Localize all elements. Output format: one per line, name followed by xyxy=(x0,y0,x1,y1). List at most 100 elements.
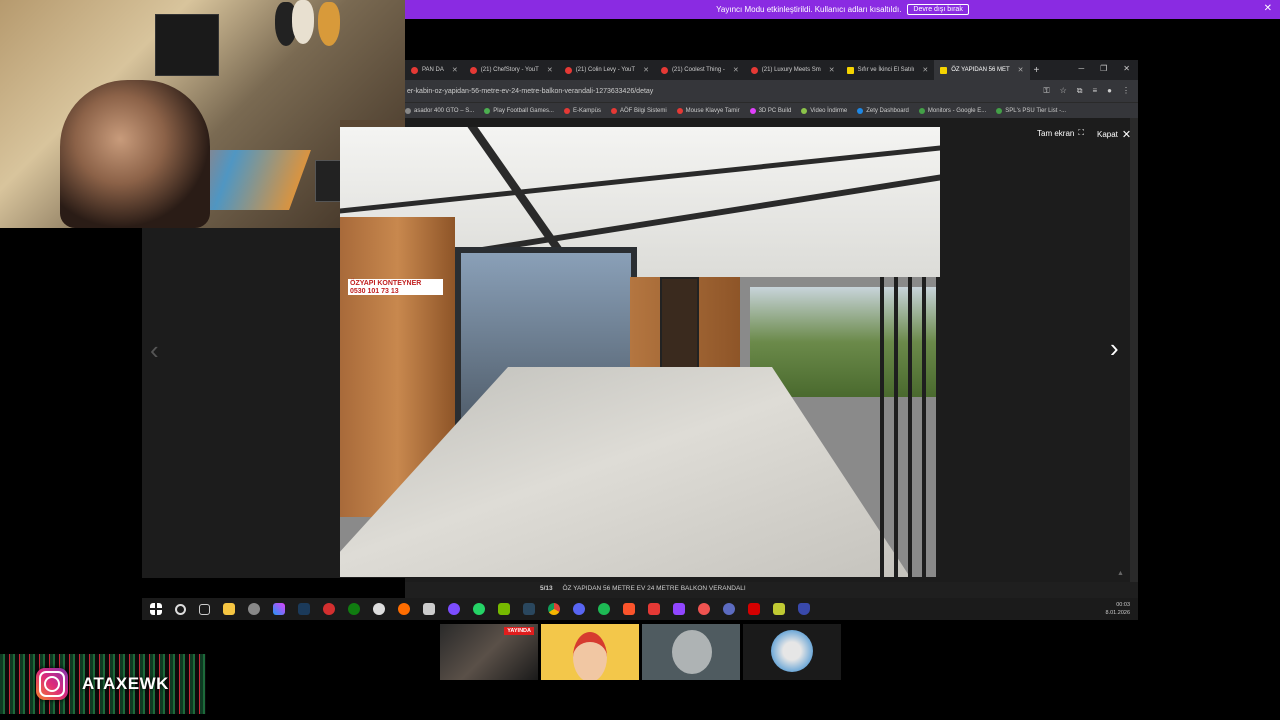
sahibinden-icon xyxy=(846,66,854,74)
previous-image-arrow[interactable]: ‹ xyxy=(150,335,159,366)
toolbar-icons: ⚿ ☆ ⧉ ≡ ● ⋮ xyxy=(1044,86,1131,96)
twitch-icon[interactable] xyxy=(673,603,685,615)
windows-start-icon[interactable] xyxy=(150,603,162,615)
bookmark-item[interactable]: 3D PC Build xyxy=(749,108,792,114)
tab-close-icon[interactable]: ✕ xyxy=(829,66,835,74)
tab-close-icon[interactable]: ✕ xyxy=(1018,66,1024,74)
tab-close-icon[interactable]: ✕ xyxy=(922,66,928,74)
bookmark-label: E-Kampüs xyxy=(572,108,601,114)
media-icon[interactable]: ≡ xyxy=(1092,86,1097,96)
app-blue-icon[interactable] xyxy=(723,603,735,615)
tab-close-icon[interactable]: ✕ xyxy=(643,66,649,74)
bookmark-item[interactable]: Video İndirme xyxy=(801,108,847,114)
disable-streamer-mode-button[interactable]: Devre dışı bırak xyxy=(907,4,969,15)
new-tab-button[interactable]: + xyxy=(1034,65,1040,76)
tab-strip: PAN DA ✕ (21) ChefStory - YouT ✕ (21) Coli… xyxy=(405,60,1138,80)
bookmark-favicon-icon xyxy=(676,108,683,114)
bookmark-item[interactable]: Mouse Klavye Tamir xyxy=(676,108,740,114)
steam-2-icon[interactable] xyxy=(523,603,535,615)
caption-text: ÖZ YAPIDAN 56 METRE EV 24 METRE BALKON V… xyxy=(562,585,746,592)
bookmark-item[interactable]: AÖF Bilgi Sistemi xyxy=(610,108,667,114)
bookmark-label: Mouse Klavye Tamir xyxy=(685,108,740,114)
youtube-icon xyxy=(660,66,668,74)
fullscreen-button[interactable]: Tam ekran ⛶ xyxy=(1037,128,1084,138)
bookmark-item[interactable]: asador 400 GTO – S... xyxy=(405,108,474,114)
bookmark-favicon-icon xyxy=(801,108,808,114)
steam-icon[interactable] xyxy=(298,603,310,615)
youtube-icon xyxy=(564,66,572,74)
tab-2[interactable]: (21) ChefStory - YouT ✕ xyxy=(464,60,559,80)
clock-time: 00:03 xyxy=(1116,602,1130,608)
tab-6[interactable]: Sıfır ve İkinci El Satılı ✕ xyxy=(841,60,935,80)
search-icon[interactable] xyxy=(175,603,186,615)
youtube-app-icon[interactable] xyxy=(648,603,660,615)
system-clock[interactable]: 00:03 8.01.2026 xyxy=(1106,601,1130,617)
key-icon[interactable]: ⚿ xyxy=(1044,86,1050,96)
app-yellow-icon[interactable] xyxy=(773,603,785,615)
bookmark-favicon-icon xyxy=(484,108,491,114)
tab-close-icon[interactable]: ✕ xyxy=(452,66,458,74)
nvidia-icon[interactable] xyxy=(498,603,510,615)
app-purple-icon[interactable] xyxy=(448,603,460,615)
avatar-thumbnail xyxy=(743,624,841,680)
tab-close-icon[interactable]: ✕ xyxy=(547,66,553,74)
xbox-icon[interactable] xyxy=(348,603,360,615)
task-view-icon[interactable] xyxy=(199,603,210,615)
bookmark-item[interactable]: E-Kampüs xyxy=(563,108,601,114)
bookmark-label: AÖF Bilgi Sistemi xyxy=(619,108,667,114)
app-pink-icon[interactable] xyxy=(698,603,710,615)
address-bar[interactable]: er-kabin-oz-yapidan-56-metre-ev-24-metre… xyxy=(405,80,1138,102)
app-white-icon[interactable] xyxy=(423,603,435,615)
bookmark-item[interactable]: Monitors - Google E... xyxy=(918,108,986,114)
app-orange-icon[interactable] xyxy=(398,603,410,615)
spotify-icon[interactable] xyxy=(598,603,610,615)
extensions-icon[interactable]: ⧉ xyxy=(1077,86,1083,96)
app-icon[interactable] xyxy=(373,603,385,615)
avatar-thumbnail xyxy=(541,624,639,680)
discord-icon[interactable] xyxy=(573,603,585,615)
tab-7-active[interactable]: ÖZ YAPIDAN 56 MET ✕ xyxy=(934,60,1030,80)
restore-icon[interactable]: ❐ xyxy=(1100,64,1107,73)
bookmarks-bar: asador 400 GTO – S... Play Football Games… xyxy=(405,102,1138,119)
close-viewer-button[interactable]: Kapat ✕ xyxy=(1097,128,1131,141)
brave-icon[interactable] xyxy=(623,603,635,615)
bookmark-item[interactable]: Zety Dashboard xyxy=(857,108,909,114)
profile-avatar[interactable]: ● xyxy=(1107,86,1112,96)
bookmark-favicon-icon xyxy=(918,108,925,114)
window-close-icon[interactable]: ✕ xyxy=(1123,64,1130,73)
fullscreen-icon: ⛶ xyxy=(1078,128,1084,137)
app-red-2-icon[interactable] xyxy=(748,603,760,615)
scroll-top-icon[interactable]: ▲ xyxy=(1117,570,1124,577)
tab-close-icon[interactable]: ✕ xyxy=(733,66,739,74)
minimize-icon[interactable]: ─ xyxy=(1078,64,1084,73)
bookmark-favicon-icon xyxy=(563,108,570,114)
tab-5[interactable]: (21) Luxury Meets Sm ✕ xyxy=(745,60,841,80)
app-red-icon[interactable] xyxy=(323,603,335,615)
bookmark-item[interactable]: SPL's PSU Tier List -... xyxy=(996,108,1066,114)
file-explorer-icon[interactable] xyxy=(223,603,235,615)
next-image-arrow[interactable]: › xyxy=(1110,333,1119,364)
close-icon: ✕ xyxy=(1121,129,1132,141)
youtube-icon xyxy=(750,66,758,74)
banner-text: Yayıncı Modu etkinleştirildi. Kullanıcı … xyxy=(716,5,902,14)
tab-3[interactable]: (21) Colin Levy - YouT ✕ xyxy=(559,60,655,80)
bookmark-favicon-icon xyxy=(405,108,411,114)
whatsapp-icon[interactable] xyxy=(473,603,485,615)
menu-icon[interactable]: ⋮ xyxy=(1122,86,1130,96)
copilot-icon[interactable] xyxy=(273,603,285,615)
chrome-icon[interactable] xyxy=(548,603,560,615)
bookmark-label: Play Football Games... xyxy=(493,108,554,114)
shield-icon[interactable] xyxy=(798,603,810,615)
settings-icon[interactable] xyxy=(248,603,260,615)
banner-close-icon[interactable]: ✕ xyxy=(1264,3,1272,14)
bookmark-item[interactable]: Play Football Games... xyxy=(484,108,554,114)
image-caption: 5/13 ÖZ YAPIDAN 56 METRE EV 24 METRE BAL… xyxy=(340,585,940,592)
tab-4[interactable]: (21) Coolest Thing - ✕ xyxy=(655,60,745,80)
scrollbar[interactable] xyxy=(1130,118,1138,582)
bookmark-label: 3D PC Build xyxy=(758,108,792,114)
live-badge: YAYINDA xyxy=(504,627,534,635)
url-text[interactable]: er-kabin-oz-yapidan-56-metre-ev-24-metre… xyxy=(405,88,653,95)
bookmark-label: SPL's PSU Tier List -... xyxy=(1005,108,1067,114)
star-icon[interactable]: ☆ xyxy=(1060,86,1067,96)
tab-1[interactable]: PAN DA ✕ xyxy=(405,60,464,80)
